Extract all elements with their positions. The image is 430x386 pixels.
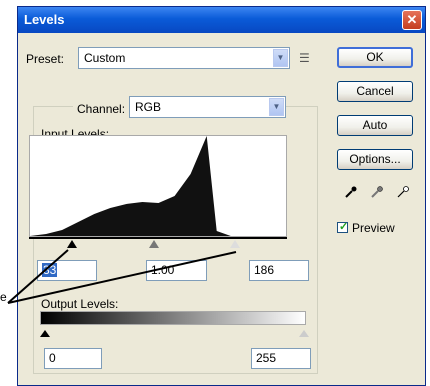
- callout-lines: [7, 249, 237, 304]
